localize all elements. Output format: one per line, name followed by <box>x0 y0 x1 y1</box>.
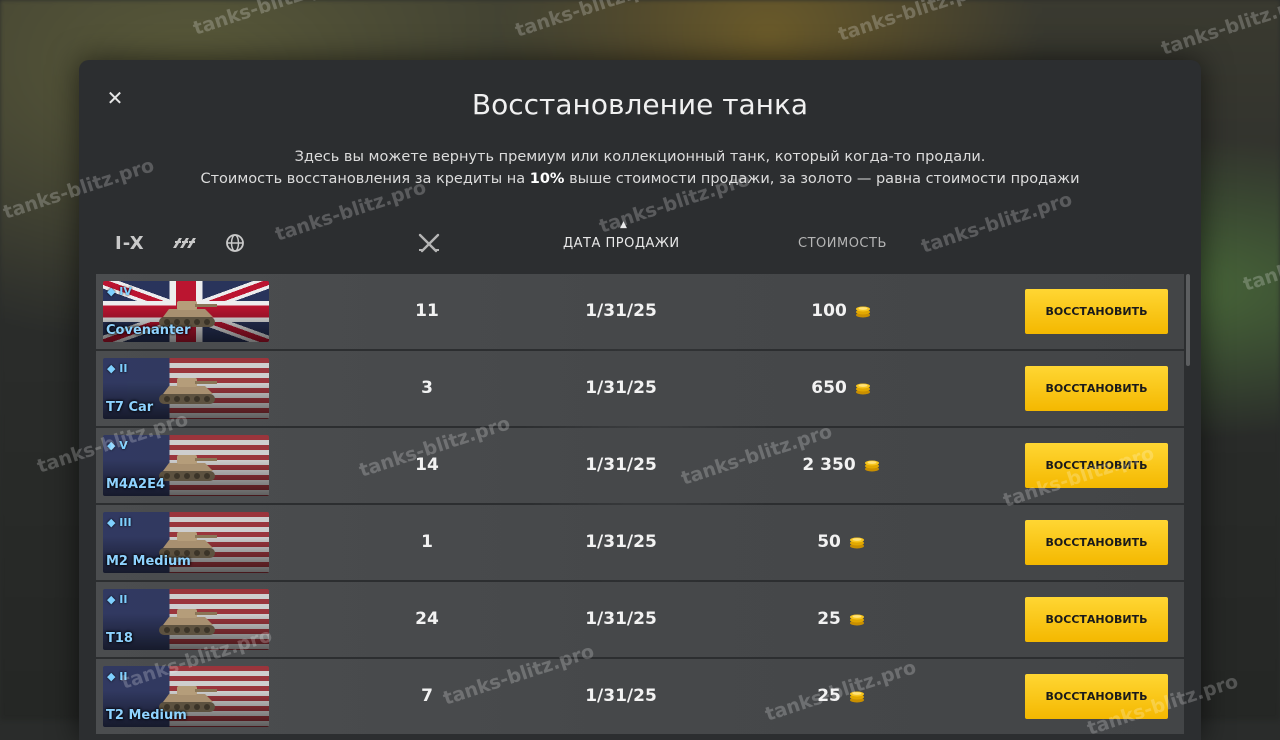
tank-thumbnail[interactable]: ◆ V M4A2E4 <box>103 435 269 496</box>
tank-name: M2 Medium <box>106 554 191 569</box>
restore-button[interactable]: ВОССТАНОВИТЬ <box>1025 443 1168 488</box>
tank-row: ◆ II T7 Car 3 1/31/25 650 ВОССТАНОВИТЬ <box>96 351 1184 426</box>
tier-badge: ◆ II <box>107 670 128 683</box>
tier-badge: ◆ V <box>107 439 128 452</box>
restore-button[interactable]: ВОССТАНОВИТЬ <box>1025 520 1168 565</box>
restore-cost: 650 <box>776 351 906 426</box>
cost-value: 25 <box>817 686 841 706</box>
tank-image <box>159 378 217 404</box>
battles-count: 7 <box>421 686 433 706</box>
cost-value: 50 <box>817 532 841 552</box>
restore-cost: 2 350 <box>776 428 906 503</box>
sale-date: 1/31/25 <box>585 532 657 552</box>
subtitle-text: выше стоимости продажи, за золото — равн… <box>564 171 1080 187</box>
tier-value: V <box>119 439 128 452</box>
tank-name: T2 Medium <box>106 708 187 723</box>
cost-value: 2 350 <box>802 455 856 475</box>
tier-badge: ◆ IV <box>107 285 132 298</box>
subtitle-line-2: Стоимость восстановления за кредиты на 1… <box>79 168 1201 190</box>
restore-button[interactable]: ВОССТАНОВИТЬ <box>1025 289 1168 334</box>
battles-count: 3 <box>421 378 433 398</box>
cost-value: 650 <box>811 378 847 398</box>
battles-count: 11 <box>415 301 439 321</box>
battles-count: 24 <box>415 609 439 629</box>
tier-badge: ◆ III <box>107 516 132 529</box>
dialog-title: Восстановление танка <box>471 88 809 121</box>
sort-ascending-icon: ▲ <box>620 220 627 230</box>
tier-filter[interactable]: I-X <box>115 233 145 254</box>
restore-button[interactable]: ВОССТАНОВИТЬ <box>1025 366 1168 411</box>
list-scrollbar[interactable] <box>1186 274 1190 366</box>
nation-filter[interactable] <box>225 233 245 253</box>
restore-cost: 25 <box>776 659 906 734</box>
sale-date: 1/31/25 <box>585 686 657 706</box>
gold-coin-icon <box>855 383 870 395</box>
battles-count: 1 <box>421 532 433 552</box>
tank-image <box>159 609 217 635</box>
gold-coin-icon <box>849 691 864 703</box>
restore-cost: 100 <box>776 274 906 349</box>
cost-column-header[interactable]: СТОИМОСТЬ <box>798 236 887 251</box>
sale-date: 1/31/25 <box>585 301 657 321</box>
tank-list: ◆ IV Covenanter 11 1/31/25 100 ВОССТАНОВ… <box>96 274 1184 736</box>
sale-date: 1/31/25 <box>585 378 657 398</box>
cost-value: 25 <box>817 609 841 629</box>
tier-value: II <box>119 670 128 683</box>
tank-thumbnail[interactable]: ◆ III M2 Medium <box>103 512 269 573</box>
gold-coin-icon <box>855 306 870 318</box>
percent-highlight: 10% <box>529 171 565 187</box>
restore-button[interactable]: ВОССТАНОВИТЬ <box>1025 674 1168 719</box>
tier-value: III <box>119 516 132 529</box>
globe-icon <box>225 234 244 252</box>
tank-row: ◆ II T18 24 1/31/25 25 ВОССТАНОВИТЬ <box>96 582 1184 657</box>
subtitle-line-1: Здесь вы можете вернуть премиум или колл… <box>294 149 986 165</box>
gold-coin-icon <box>849 614 864 626</box>
restore-cost: 25 <box>776 582 906 657</box>
battles-column-header[interactable] <box>417 232 441 258</box>
battles-count: 14 <box>415 455 439 475</box>
tank-name: M4A2E4 <box>106 477 166 492</box>
gold-coin-icon <box>849 537 864 549</box>
tank-thumbnail[interactable]: ◆ II T7 Car <box>103 358 269 419</box>
sale-date: 1/31/25 <box>585 455 657 475</box>
filter-bar: I-X <box>115 230 271 256</box>
cost-value: 100 <box>811 301 847 321</box>
crossed-swords-icon <box>418 233 440 253</box>
tier-badge: ◆ II <box>107 593 128 606</box>
gold-coin-icon <box>864 460 879 472</box>
tank-restore-dialog: ✕ Восстановление танка Здесь вы можете в… <box>79 60 1201 740</box>
subtitle-text: Стоимость восстановления за кредиты на <box>200 171 530 187</box>
sale-date: 1/31/25 <box>585 609 657 629</box>
tank-row: ◆ II T2 Medium 7 1/31/25 25 ВОССТАНОВИТЬ <box>96 659 1184 734</box>
tank-type-filter[interactable] <box>171 234 199 252</box>
tank-name: T7 Car <box>106 400 154 415</box>
tank-name: Covenanter <box>106 323 191 338</box>
restore-cost: 50 <box>776 505 906 580</box>
tier-value: II <box>119 362 128 375</box>
tank-thumbnail[interactable]: ◆ IV Covenanter <box>103 281 269 342</box>
tank-row: ◆ V M4A2E4 14 1/31/25 2 350 ВОССТАНОВИТЬ <box>96 428 1184 503</box>
tier-value: II <box>119 593 128 606</box>
tier-badge: ◆ II <box>107 362 128 375</box>
tier-value: IV <box>119 285 132 298</box>
tank-row: ◆ III M2 Medium 1 1/31/25 50 ВОССТАНОВИТ… <box>96 505 1184 580</box>
restore-button[interactable]: ВОССТАНОВИТЬ <box>1025 597 1168 642</box>
date-column-header[interactable]: ДАТА ПРОДАЖИ <box>563 236 680 251</box>
dialog-subtitle: Здесь вы можете вернуть премиум или колл… <box>79 146 1201 190</box>
tank-row: ◆ IV Covenanter 11 1/31/25 100 ВОССТАНОВ… <box>96 274 1184 349</box>
tank-thumbnail[interactable]: ◆ II T18 <box>103 589 269 650</box>
tank-type-icon <box>172 238 196 248</box>
tank-thumbnail[interactable]: ◆ II T2 Medium <box>103 666 269 727</box>
tank-name: T18 <box>106 631 133 646</box>
